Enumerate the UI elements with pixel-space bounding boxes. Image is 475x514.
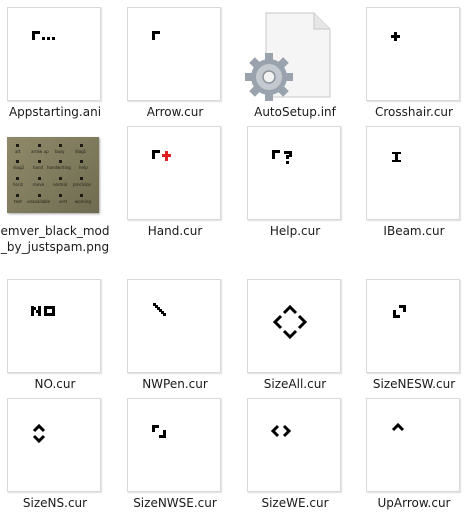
- file-name-label: Crosshair.cur: [375, 105, 453, 119]
- file-name-label: Arrow.cur: [146, 105, 204, 119]
- file-name-label: SizeWE.cur: [261, 496, 329, 510]
- file-name-label: Appstarting.ani: [8, 105, 102, 119]
- file-name-label: Help.cur: [269, 224, 321, 238]
- file-name-label: NWPen.cur: [142, 377, 208, 391]
- file-name-label: SizeNWSE.cur: [133, 496, 217, 510]
- file-name-label: SizeAll.cur: [263, 377, 327, 391]
- image-thumbnail: alt arrow up busy diag1 diag2 hand handw…: [7, 137, 99, 213]
- file-name-label: SizeNS.cur: [22, 496, 88, 510]
- arrow-cursor-icon: [127, 7, 221, 101]
- no-cursor-icon: [7, 279, 101, 373]
- sizenwse-cursor-icon: [127, 398, 221, 492]
- help-cursor-icon: [247, 126, 341, 220]
- file-name-label: UpArrow.cur: [377, 496, 451, 510]
- file-name-label: NO.cur: [34, 377, 76, 391]
- sizewe-cursor-icon: [247, 398, 341, 492]
- settings-file-icon: [245, 12, 331, 101]
- file-name-label: emver_black_mod_by_justspam.png: [0, 224, 110, 254]
- appstarting-cursor-icon: [7, 7, 101, 101]
- crosshair-cursor-icon: [366, 7, 460, 101]
- uparrow-cursor-icon: [366, 398, 460, 492]
- file-name-label: Hand.cur: [147, 224, 203, 238]
- nwpen-cursor-icon: [127, 279, 221, 373]
- file-name-label: IBeam.cur: [383, 224, 445, 238]
- sizeall-cursor-icon: [247, 279, 341, 373]
- file-name-label: SizeNESW.cur: [372, 377, 456, 391]
- sizens-cursor-icon: [7, 398, 101, 492]
- sizenesw-cursor-icon: [366, 279, 460, 373]
- hand-cursor-icon: [127, 126, 221, 220]
- file-name-label: AutoSetup.inf: [254, 105, 336, 119]
- ibeam-cursor-icon: [366, 126, 460, 220]
